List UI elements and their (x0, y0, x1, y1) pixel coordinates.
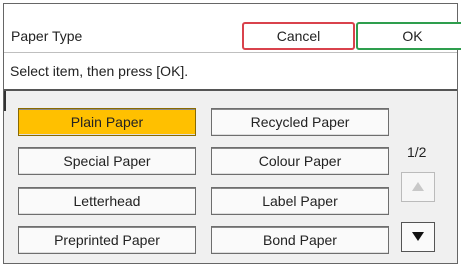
option-recycled-paper[interactable]: Recycled Paper (211, 108, 389, 136)
option-special-paper[interactable]: Special Paper (18, 147, 196, 175)
option-plain-paper[interactable]: Plain Paper (18, 108, 196, 136)
scroll-up-button[interactable] (401, 172, 435, 202)
up-triangle-icon (412, 182, 424, 191)
prompt-row: Select item, then press [OK]. (4, 53, 457, 91)
option-bond-paper[interactable]: Bond Paper (211, 226, 389, 254)
left-edge-marker (4, 91, 6, 111)
option-colour-paper[interactable]: Colour Paper (211, 147, 389, 175)
page-indicator: 1/2 (407, 144, 427, 160)
paper-type-panel: Paper Type Cancel OK Select item, then p… (3, 3, 461, 264)
page-title: Paper Type (11, 28, 83, 44)
option-letterhead[interactable]: Letterhead (18, 187, 196, 215)
down-triangle-icon (412, 232, 424, 241)
instruction-text: Select item, then press [OK]. (10, 63, 189, 79)
scroll-down-button[interactable] (401, 222, 435, 252)
header-bar: Paper Type Cancel OK (4, 4, 461, 53)
cancel-button[interactable]: Cancel (242, 22, 355, 50)
ok-button[interactable]: OK (356, 22, 461, 50)
option-label-paper[interactable]: Label Paper (211, 187, 389, 215)
option-preprinted-paper[interactable]: Preprinted Paper (18, 226, 196, 254)
